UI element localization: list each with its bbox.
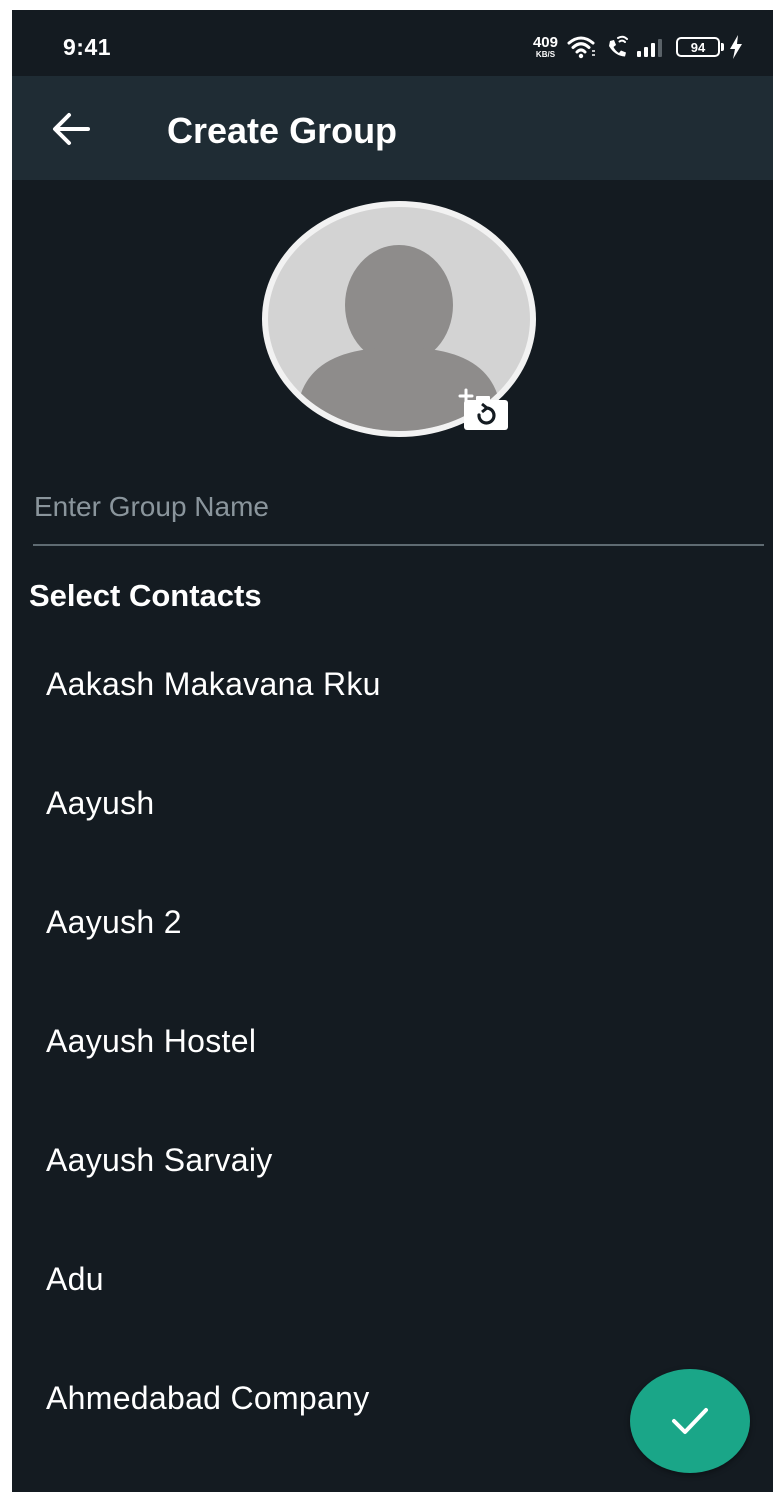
back-button[interactable] xyxy=(46,104,96,154)
confirm-fab[interactable] xyxy=(630,1369,750,1473)
group-name-field xyxy=(33,472,764,546)
wifi-icon xyxy=(567,36,595,59)
network-speed-unit: KB/S xyxy=(535,50,556,59)
contact-name: Aayush Sarvaiy xyxy=(46,1142,273,1178)
contact-item[interactable]: Aayush 2 xyxy=(12,863,773,982)
contact-item[interactable]: Aayush Sarvaiy xyxy=(12,1101,773,1220)
battery-icon: 94 xyxy=(676,37,724,57)
arrow-left-icon xyxy=(53,113,90,145)
status-icons: 409 KB/S 94 xyxy=(533,32,743,62)
contact-name: Ahmedabad Company xyxy=(46,1380,370,1416)
battery-level: 94 xyxy=(690,39,706,55)
group-name-input[interactable] xyxy=(33,472,764,542)
network-speed-value: 409 xyxy=(532,34,558,51)
signal-icon xyxy=(637,39,662,57)
add-photo-button[interactable] xyxy=(458,388,510,432)
add-camera-icon xyxy=(458,388,508,430)
contact-list: Aakash Makavana Rku Aayush Aayush 2 Aayu… xyxy=(12,625,773,1458)
contact-item[interactable]: Aakash Makavana Rku xyxy=(12,625,773,744)
select-contacts-heading: Select Contacts xyxy=(29,578,262,613)
status-bar: 9:41 409 KB/S 94 xyxy=(12,10,773,76)
wifi-calling-icon xyxy=(609,35,628,57)
status-time: 9:41 xyxy=(63,34,112,60)
contact-name: Aakash Makavana Rku xyxy=(46,666,381,702)
contact-item[interactable]: Adu xyxy=(12,1220,773,1339)
contact-name: Aayush Hostel xyxy=(46,1023,257,1059)
contact-name: Aayush xyxy=(46,785,155,821)
app-bar: Create Group xyxy=(12,76,773,180)
check-icon xyxy=(672,1408,708,1434)
network-speed: 409 KB/S xyxy=(533,35,558,59)
screen: 9:41 409 KB/S 94 Create Group Enter Grou… xyxy=(12,10,773,1492)
contact-item[interactable]: Aayush xyxy=(12,744,773,863)
contact-item[interactable]: Aayush Hostel xyxy=(12,982,773,1101)
contact-name: Adu xyxy=(46,1261,104,1297)
charging-bolt-icon xyxy=(730,35,742,59)
contact-name: Aayush 2 xyxy=(46,904,182,940)
page-title: Create Group xyxy=(167,110,398,151)
